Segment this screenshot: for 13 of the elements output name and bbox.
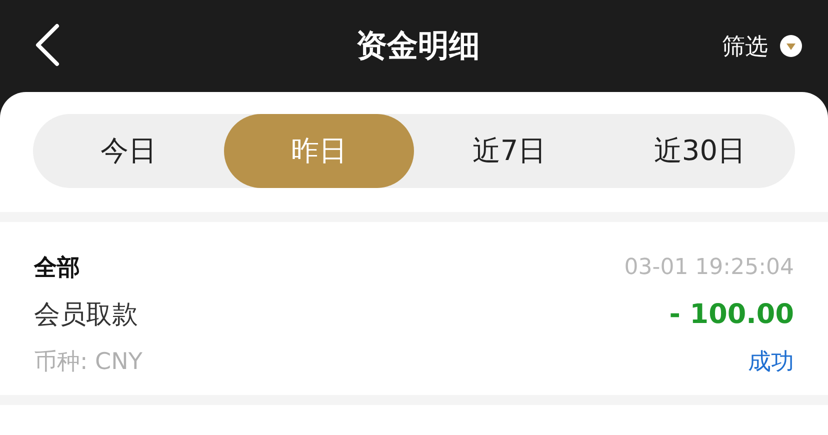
dropdown-icon[interactable] bbox=[780, 35, 802, 57]
period-tab[interactable]: 今日 bbox=[33, 114, 224, 188]
record-currency: 币种: CNY bbox=[34, 348, 142, 377]
record-amount: - 100.00 bbox=[669, 299, 794, 330]
page-title: 资金明细 bbox=[356, 27, 480, 66]
filter-link[interactable]: 筛选 bbox=[722, 30, 768, 62]
record-category: 全部 bbox=[34, 254, 80, 283]
period-tab[interactable]: 近30日 bbox=[604, 114, 795, 188]
record-type: 会员取款 bbox=[34, 299, 138, 332]
record-status: 成功 bbox=[748, 348, 794, 377]
period-tab[interactable]: 近7日 bbox=[414, 114, 604, 188]
back-icon[interactable] bbox=[34, 23, 60, 67]
record-time: 03-01 19:25:04 bbox=[624, 255, 794, 280]
